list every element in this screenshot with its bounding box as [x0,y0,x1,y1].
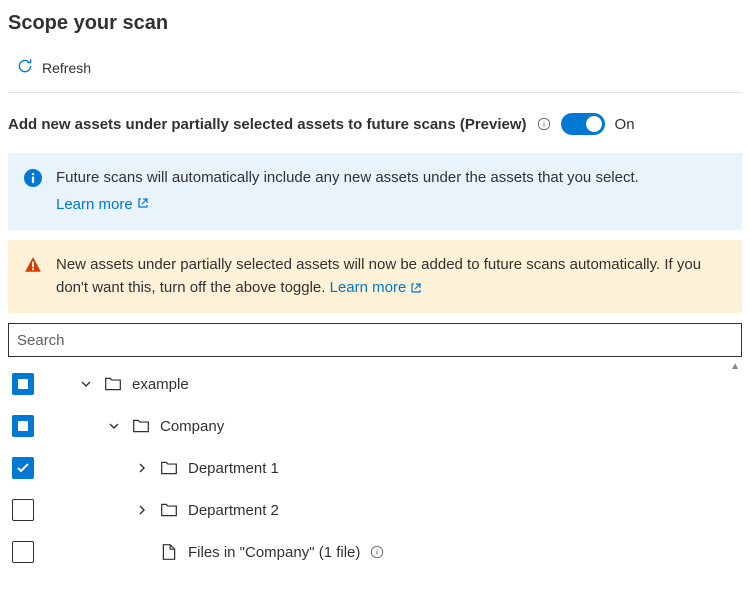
info-icon [24,169,42,190]
toggle-state: On [615,116,635,133]
folder-icon [160,459,178,477]
tree-node-label: Department 2 [188,502,279,519]
info-banner: Future scans will automatically include … [8,153,742,230]
tree-row[interactable]: example [8,363,742,405]
info-banner-text: Future scans will automatically include … [56,169,639,186]
tree-row[interactable]: Files in "Company" (1 file) [8,531,742,573]
chevron-down-icon[interactable] [78,376,94,392]
refresh-button[interactable]: Refresh [14,53,93,82]
toggle-label: Add new assets under partially selected … [8,116,527,133]
checkbox[interactable] [12,415,34,437]
warning-banner-link[interactable]: Learn more [330,277,423,300]
search-input[interactable] [8,323,742,357]
folder-icon [160,501,178,519]
external-link-icon [137,197,149,209]
tree-node-label: Files in "Company" (1 file) [188,544,360,561]
checkbox[interactable] [12,499,34,521]
file-icon [160,543,178,561]
chevron-right-icon[interactable] [134,502,150,518]
refresh-icon [16,57,34,78]
info-icon[interactable] [370,545,384,559]
tree-row[interactable]: Department 1 [8,447,742,489]
checkbox[interactable] [12,541,34,563]
checkbox[interactable] [12,457,34,479]
asset-tree: example Company Department 1 Department 2 Fi… [8,363,742,573]
folder-icon [132,417,150,435]
page-title: Scope your scan [8,12,742,35]
external-link-icon [410,282,422,294]
chevron-right-icon[interactable] [134,460,150,476]
folder-icon [104,375,122,393]
toggle-switch[interactable] [561,113,605,135]
toggle-row: Add new assets under partially selected … [8,93,742,153]
warning-icon [24,256,42,277]
refresh-label: Refresh [42,60,91,76]
tree-row[interactable]: Department 2 [8,489,742,531]
chevron-down-icon[interactable] [106,418,122,434]
toolbar: Refresh [8,53,742,93]
tree-node-label: Department 1 [188,460,279,477]
tree-node-label: Company [160,418,224,435]
tree-node-label: example [132,376,189,393]
scroll-up-arrow[interactable]: ▲ [730,361,740,372]
info-banner-link[interactable]: Learn more [56,194,726,217]
tree-row[interactable]: Company [8,405,742,447]
warning-banner: New assets under partially selected asse… [8,240,742,313]
checkbox[interactable] [12,373,34,395]
info-icon[interactable] [537,117,551,131]
